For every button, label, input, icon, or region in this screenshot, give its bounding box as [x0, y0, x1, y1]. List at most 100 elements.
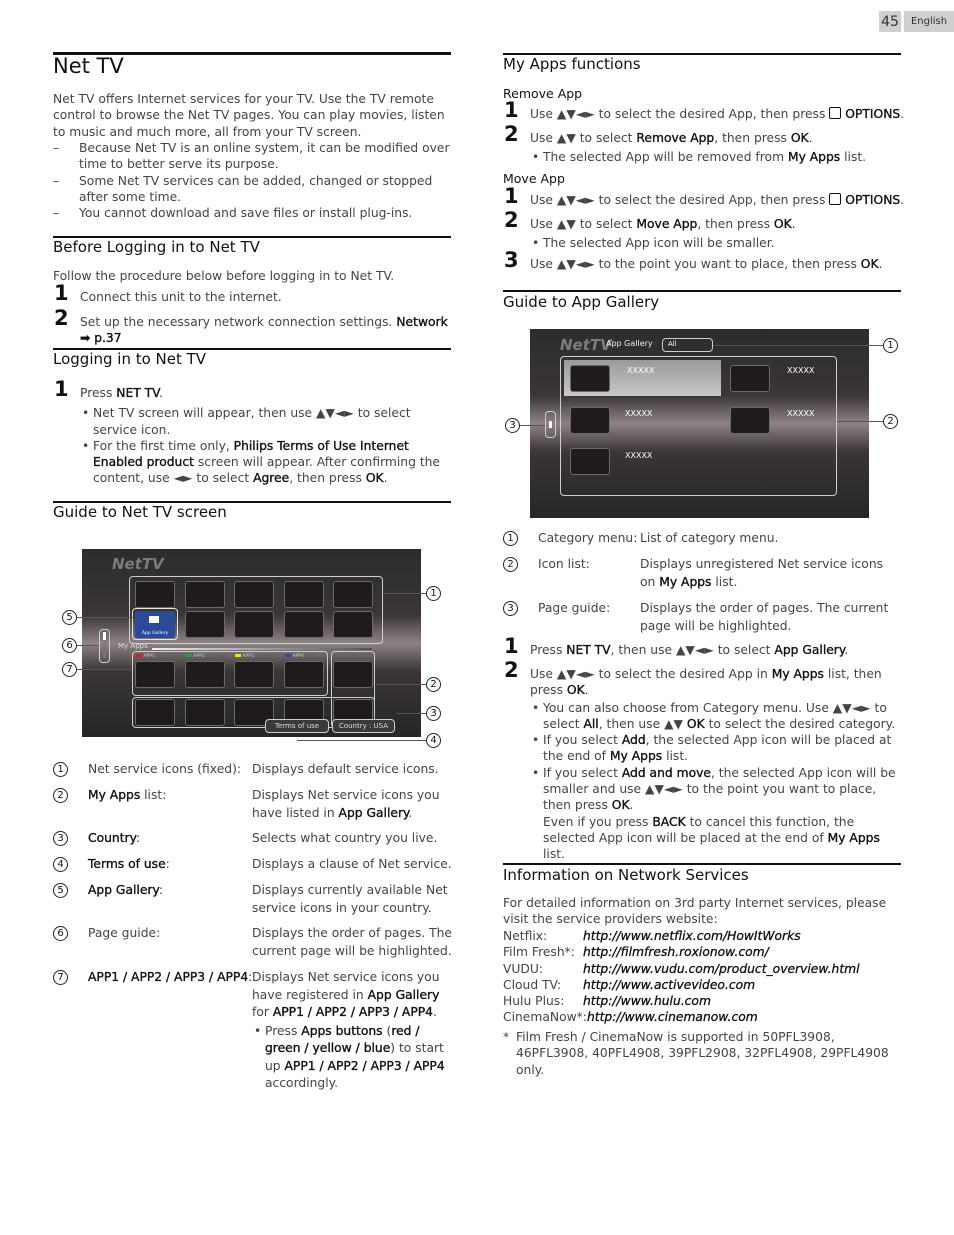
login-bullet: Net TV screen will appear, then use ▲▼◄►…	[80, 405, 450, 438]
before-login-heading: Before Logging in to Net TV	[53, 238, 260, 256]
callout-3: 3	[505, 418, 520, 433]
network-services-heading: Information on Network Services	[503, 866, 749, 884]
note-item: Because Net TV is an online system, it c…	[53, 140, 451, 173]
app2-tile[interactable]	[185, 661, 225, 688]
service-row: VUDU: http://www.vudu.com/product_overvie…	[503, 961, 860, 976]
service-icon[interactable]	[185, 611, 225, 638]
section-rule	[503, 863, 901, 865]
service-icon[interactable]	[234, 581, 274, 608]
app-icon[interactable]	[730, 365, 770, 392]
callout-1: 1	[883, 338, 898, 353]
my-app-tile[interactable]	[135, 699, 175, 726]
callout-4: 4	[426, 733, 441, 748]
service-icon[interactable]	[135, 581, 175, 608]
app2-label: APP2	[186, 654, 205, 659]
callout-7: 7	[62, 662, 77, 677]
before-login-intro: Follow the procedure below before loggin…	[53, 269, 395, 283]
service-url[interactable]: http://www.hulu.com	[583, 994, 711, 1008]
notes-list: Because Net TV is an online system, it c…	[53, 140, 451, 222]
service-url[interactable]: http://filmfresh.roxionow.com/	[583, 945, 769, 959]
app3-label: APP3	[235, 654, 254, 659]
network-link[interactable]: Network	[396, 315, 448, 329]
remove-step-1: 1 Use ▲▼◄► to select the desired App, th…	[504, 98, 905, 122]
page-indicator-current	[549, 421, 552, 428]
service-url[interactable]: http://www.activevideo.com	[583, 978, 755, 992]
app-gallery-tile[interactable]: App Gallery	[135, 611, 175, 638]
app1-tile[interactable]	[135, 661, 175, 688]
login-step-1: 1 Press NET TV. Net TV screen will appea…	[54, 378, 450, 487]
intro-text: Net TV offers Internet services for your…	[53, 92, 445, 139]
move-step-1: 1 Use ▲▼◄► to select the desired App, th…	[504, 184, 905, 208]
move-step-3: 3 Use ▲▼◄► to the point you want to plac…	[504, 248, 883, 272]
callout-6: 6	[62, 638, 77, 653]
footnote: * Film Fresh / CinemaNow is supported in…	[503, 1030, 889, 1077]
terms-of-use-button[interactable]: Terms of use	[265, 719, 329, 733]
service-icon[interactable]	[333, 611, 373, 638]
callout-1: 1	[426, 586, 441, 601]
service-row: CinemaNow*:http://www.cinemanow.com	[503, 1010, 758, 1025]
callout-2: 2	[883, 414, 898, 429]
my-apps-label: My Apps	[118, 642, 148, 650]
my-apps-divider	[152, 648, 372, 650]
page-ref: ➡ p.37	[80, 331, 122, 346]
folder-icon	[149, 616, 159, 623]
service-url[interactable]: http://www.vudu.com/product_overview.htm…	[583, 961, 860, 975]
service-icon[interactable]	[234, 611, 274, 638]
service-icon[interactable]	[284, 611, 324, 638]
service-url[interactable]: http://www.netflix.com/HowItWorks	[583, 929, 801, 943]
note-item: You cannot download and save files or in…	[53, 205, 451, 222]
page-title: Net TV	[53, 54, 124, 78]
note-item: Some Net TV services can be added, chang…	[53, 173, 451, 206]
login-bullet: For the first time only, Philips Terms o…	[80, 438, 450, 487]
move-step-2: 2 Use ▲▼ to select Move App, then press …	[504, 209, 910, 252]
app3-tile[interactable]	[234, 661, 274, 688]
nettv-logo: NetTV	[112, 555, 164, 573]
callout-2: 2	[426, 677, 441, 692]
remove-step-2: 2 Use ▲▼ to select Remove App, then pres…	[504, 123, 910, 166]
before-login-step-2: 2 Set up the necessary network connectio…	[54, 306, 448, 346]
category-menu[interactable]: All	[662, 338, 713, 352]
options-icon	[829, 193, 842, 205]
app-icon[interactable]	[730, 407, 770, 434]
options-icon	[829, 107, 842, 119]
app1-label: APP1	[136, 654, 155, 659]
app-gallery-title: App Gallery	[606, 339, 653, 348]
page-guide	[545, 411, 556, 438]
services-list: Netflix: http://www.netflix.com/HowItWork…	[503, 928, 903, 1026]
app4-tile[interactable]	[284, 661, 324, 688]
login-heading: Logging in to Net TV	[53, 350, 207, 368]
service-row: Netflix: http://www.netflix.com/HowItWork…	[503, 929, 801, 943]
app-gallery-screen-illustration: NetTV App Gallery All XXXXX XXXXX XXXXX …	[530, 329, 869, 518]
app4-label: APP4	[285, 654, 304, 659]
gallery-step-2: 2 Use ▲▼◄► to select the desired App in …	[504, 659, 905, 863]
callout-3: 3	[426, 706, 441, 721]
nettv-screen-illustration: NetTV App Gallery My Apps APP1 APP2 APP3…	[82, 549, 421, 737]
service-row: Film Fresh*: http://filmfresh.roxionow.co…	[503, 945, 769, 960]
nettv-logo: NetTV	[560, 336, 612, 354]
callout-5: 5	[62, 610, 77, 625]
page-indicator	[103, 643, 106, 649]
page-indicator-current	[103, 632, 106, 640]
country-button[interactable]: Country : USA	[332, 719, 395, 733]
my-app-tile[interactable]	[185, 699, 225, 726]
service-icon[interactable]	[284, 581, 324, 608]
section-rule	[503, 290, 901, 292]
language-label: English	[904, 11, 954, 32]
app-gallery-heading: Guide to App Gallery	[503, 293, 660, 311]
service-icon[interactable]	[333, 581, 373, 608]
my-apps-functions-heading: My Apps functions	[503, 55, 641, 73]
service-row: Hulu Plus: http://www.hulu.com	[503, 994, 711, 1009]
service-icon[interactable]	[185, 581, 225, 608]
my-app-tile[interactable]	[333, 661, 373, 688]
before-login-step-1: 1 Connect this unit to the internet.	[54, 281, 282, 305]
service-row: Cloud TV: http://www.activevideo.com	[503, 977, 756, 992]
gallery-step-1: 1 Press NET TV, then use ▲▼◄► to select …	[504, 634, 849, 658]
service-url[interactable]: http://www.cinemanow.com	[587, 1010, 758, 1024]
page-guide	[99, 629, 110, 663]
app-icon[interactable]	[570, 365, 610, 392]
app-icon[interactable]	[570, 448, 610, 475]
guide-screen-heading: Guide to Net TV screen	[53, 503, 227, 521]
page-indicator	[103, 652, 106, 658]
page-number: 45	[879, 11, 901, 32]
app-icon[interactable]	[570, 407, 610, 434]
